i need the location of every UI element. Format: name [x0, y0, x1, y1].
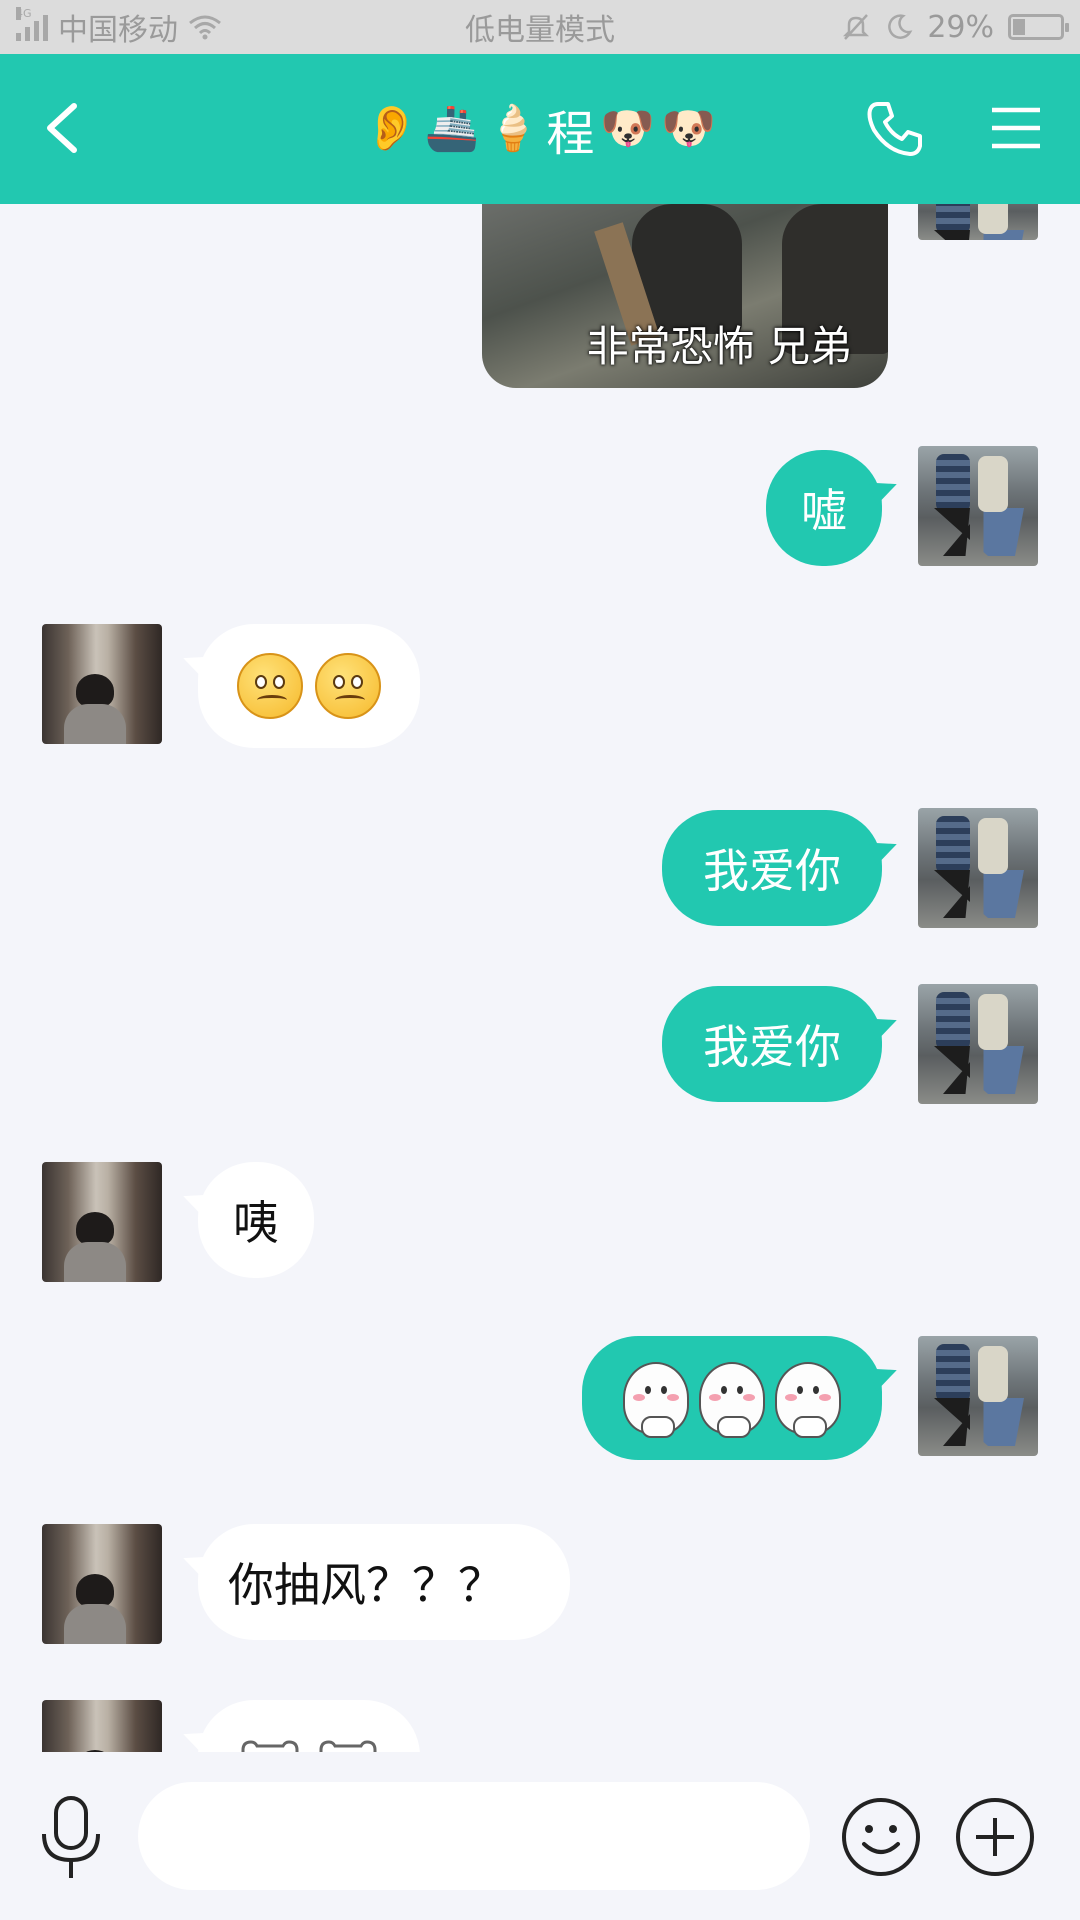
title-emoji: 🍦	[485, 103, 541, 154]
title-emoji: 👂	[364, 103, 419, 154]
worried-face-icon	[237, 653, 303, 719]
carrier-name: 中国移动	[58, 13, 178, 48]
my-avatar[interactable]	[918, 984, 1038, 1104]
contact-avatar[interactable]	[42, 1700, 162, 1752]
bell-muted-icon	[843, 14, 870, 40]
emoji-message[interactable]	[198, 1700, 420, 1752]
message-input[interactable]	[138, 1782, 810, 1890]
my-avatar[interactable]	[918, 446, 1038, 566]
chat-messages[interactable]: 非常恐怖 兄弟 嘘 我爱你 我爱你 咦 你抽风？？？	[0, 204, 1080, 1752]
signal-icon: 4G	[16, 7, 48, 41]
message-text: 咦	[233, 1196, 279, 1250]
contact-avatar[interactable]	[42, 624, 162, 744]
shy-ghost-icon	[623, 1362, 689, 1438]
my-avatar[interactable]	[918, 204, 1038, 240]
message-text: 你抽风？？？	[228, 1558, 504, 1612]
low-power-mode-label: 低电量模式	[465, 13, 615, 48]
chat-header: 👂 🚢 🍦 程 🐶 🐶	[0, 54, 1080, 204]
microphone-icon[interactable]	[36, 1794, 106, 1882]
message-bubble[interactable]: 嘘	[766, 450, 882, 566]
bear-face-icon	[241, 1740, 299, 1752]
image-message[interactable]: 非常恐怖 兄弟	[482, 204, 888, 388]
back-arrow-icon[interactable]	[36, 98, 96, 158]
contact-avatar[interactable]	[42, 1524, 162, 1644]
input-bar	[0, 1752, 1080, 1920]
title-emoji: 🐶	[661, 103, 716, 154]
my-avatar[interactable]	[918, 808, 1038, 928]
menu-icon[interactable]	[988, 100, 1044, 156]
message-text: 嘘	[801, 484, 847, 538]
image-caption: 非常恐怖 兄弟	[586, 322, 852, 371]
message-text: 我爱你	[703, 1020, 841, 1074]
phone-call-icon[interactable]	[864, 98, 926, 160]
shy-ghost-icon	[699, 1362, 765, 1438]
emoji-icon[interactable]	[840, 1796, 922, 1878]
moon-icon	[888, 14, 913, 39]
emoji-message[interactable]	[198, 624, 420, 748]
contact-name: 程	[546, 106, 595, 162]
emoji-message[interactable]	[582, 1336, 882, 1460]
status-bar: 4G 中国移动 低电量模式 29%	[0, 0, 1080, 54]
bear-face-icon	[319, 1740, 377, 1752]
worried-face-icon	[315, 653, 381, 719]
message-bubble[interactable]: 我爱你	[662, 810, 882, 926]
message-bubble[interactable]: 我爱你	[662, 986, 882, 1102]
battery-icon	[1008, 14, 1069, 40]
my-avatar[interactable]	[918, 1336, 1038, 1456]
message-text: 我爱你	[703, 844, 841, 898]
status-left: 4G 中国移动	[16, 5, 376, 49]
battery-percent: 29%	[927, 9, 994, 45]
title-emoji: 🚢	[424, 103, 480, 154]
wifi-icon	[189, 15, 221, 40]
message-bubble[interactable]: 咦	[198, 1162, 314, 1278]
plus-icon[interactable]	[954, 1796, 1036, 1878]
status-right: 29%	[704, 9, 1069, 45]
contact-avatar[interactable]	[42, 1162, 162, 1282]
message-bubble[interactable]: 你抽风？？？	[198, 1524, 570, 1640]
network-type: 4G	[16, 7, 32, 20]
shy-ghost-icon	[775, 1362, 841, 1438]
title-emoji: 🐶	[600, 103, 656, 154]
